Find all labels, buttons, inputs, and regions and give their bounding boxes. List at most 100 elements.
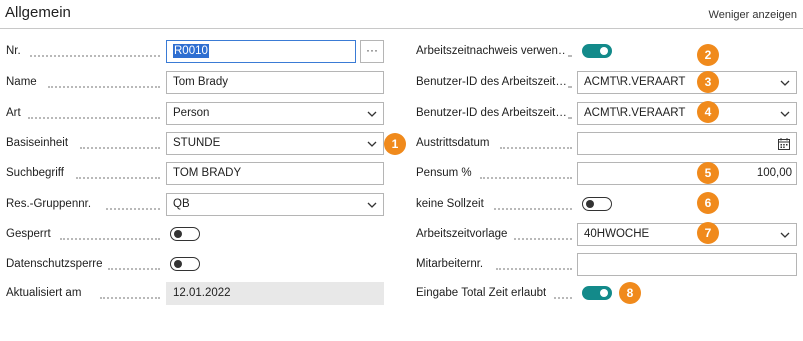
field-label: Nr.: [6, 45, 21, 57]
field-row-pensum: Pensum % 100,00: [410, 162, 803, 185]
leader-dots: [80, 147, 160, 149]
field-row-gesperrt: Gesperrt: [0, 223, 400, 246]
benutzer-id-1-select[interactable]: ACMT\R.VERAART: [577, 71, 797, 94]
toggle-knob: [600, 289, 608, 297]
field-label: Benutzer-ID des Arbeitszeit…: [416, 76, 566, 88]
leader-dots: [568, 117, 572, 119]
field-label: Aktualisiert am: [6, 287, 82, 299]
field-label: Suchbegriff: [6, 167, 64, 179]
nr-input[interactable]: R0010: [166, 40, 356, 63]
field-label: keine Sollzeit: [416, 198, 484, 210]
name-input[interactable]: Tom Brady: [166, 71, 384, 94]
leader-dots: [514, 238, 572, 240]
field-label: Arbeitszeitvorlage: [416, 228, 508, 240]
field-row-suchbegriff: Suchbegriff TOM BRADY: [0, 162, 400, 185]
callout-badge-6: 6: [697, 192, 719, 214]
eingabe-total-zeit-toggle[interactable]: [582, 286, 612, 300]
field-label: Res.-Gruppennr.: [6, 198, 92, 210]
toggle-knob: [174, 260, 182, 268]
leader-dots: [496, 268, 572, 270]
aktualisiert-am-value: 12.01.2022: [166, 282, 384, 305]
field-row-eingabe-total-zeit: Eingabe Total Zeit erlaubt: [410, 282, 803, 305]
field-label: Benutzer-ID des Arbeitszeit…: [416, 107, 566, 119]
leader-dots: [494, 208, 572, 210]
chevron-down-icon: [367, 141, 377, 147]
chevron-down-icon: [780, 111, 790, 117]
arbeitszeitnachweis-toggle[interactable]: [582, 44, 612, 58]
arbeitszeitvorlage-value: 40HWOCHE: [584, 228, 650, 240]
field-row-res-gruppennr: Res.-Gruppennr. QB: [0, 193, 400, 216]
leader-dots: [48, 86, 160, 88]
leader-dots: [28, 117, 160, 119]
field-label: Name: [6, 76, 37, 88]
keine-sollzeit-toggle[interactable]: [582, 197, 612, 211]
field-row-arbeitszeitvorlage: Arbeitszeitvorlage 40HWOCHE: [410, 223, 803, 246]
field-label: Basiseinheit: [6, 137, 69, 149]
callout-badge-4: 4: [697, 101, 719, 123]
field-label: Mitarbeiternr.: [416, 258, 484, 270]
calendar-icon[interactable]: [778, 138, 790, 150]
field-label: Arbeitszeitnachweis verwen…: [416, 45, 566, 57]
section-header: Allgemein Weniger anzeigen: [0, 0, 803, 29]
toggle-knob: [600, 47, 608, 55]
leader-dots: [480, 177, 572, 179]
chevron-down-icon: [367, 202, 377, 208]
field-row-keine-sollzeit: keine Sollzeit: [410, 193, 803, 216]
art-select-value: Person: [173, 107, 210, 119]
toggle-knob: [174, 230, 182, 238]
field-row-mitarbeiternr: Mitarbeiternr.: [410, 253, 803, 276]
leader-dots: [500, 147, 572, 149]
chevron-down-icon: [780, 232, 790, 238]
field-label: Pensum %: [416, 167, 472, 179]
field-row-basiseinheit: Basiseinheit STUNDE: [0, 132, 410, 155]
section-title: Allgemein: [5, 4, 71, 21]
toggle-knob: [586, 200, 594, 208]
art-select[interactable]: Person: [166, 102, 384, 125]
field-row-datenschutzsperre: Datenschutzsperre: [0, 253, 400, 276]
field-row-name: Name Tom Brady: [0, 71, 400, 94]
basiseinheit-select[interactable]: STUNDE: [166, 132, 384, 155]
field-row-benutzer-id-1: Benutzer-ID des Arbeitszeit… ACMT\R.VERA…: [410, 71, 803, 94]
arbeitszeitvorlage-select[interactable]: 40HWOCHE: [577, 223, 797, 246]
callout-badge-2: 2: [697, 44, 719, 66]
callout-badge-3: 3: [697, 71, 719, 93]
basiseinheit-select-value: STUNDE: [173, 137, 221, 149]
leader-dots: [568, 86, 572, 88]
res-gruppennr-select[interactable]: QB: [166, 193, 384, 216]
leader-dots: [568, 55, 572, 57]
field-label: Datenschutzsperre: [6, 258, 103, 270]
field-label: Gesperrt: [6, 228, 51, 240]
field-row-aktualisiert-am: Aktualisiert am 12.01.2022: [0, 282, 400, 305]
mitarbeiternr-input[interactable]: [577, 253, 797, 276]
chevron-down-icon: [367, 111, 377, 117]
chevron-down-icon: [780, 80, 790, 86]
field-row-art: Art Person: [0, 102, 400, 125]
pensum-input[interactable]: 100,00: [577, 162, 797, 185]
datenschutzsperre-toggle[interactable]: [170, 257, 200, 271]
callout-badge-8: 8: [619, 282, 641, 304]
leader-dots: [76, 177, 160, 179]
field-row-arbeitszeitnachweis: Arbeitszeitnachweis verwen…: [410, 40, 803, 63]
leader-dots: [60, 238, 160, 240]
suchbegriff-input[interactable]: TOM BRADY: [166, 162, 384, 185]
leader-dots: [100, 297, 160, 299]
res-gruppennr-select-value: QB: [173, 198, 190, 210]
leader-dots: [554, 297, 572, 299]
leader-dots: [30, 55, 160, 57]
callout-badge-7: 7: [697, 222, 719, 244]
field-row-nr: Nr. R0010 ···: [0, 40, 400, 63]
callout-badge-1: 1: [384, 133, 406, 155]
show-less-link[interactable]: Weniger anzeigen: [709, 9, 797, 21]
callout-badge-5: 5: [697, 162, 719, 184]
nr-lookup-button[interactable]: ···: [360, 40, 384, 63]
austrittsdatum-input[interactable]: [577, 132, 797, 155]
gesperrt-toggle[interactable]: [170, 227, 200, 241]
field-label: Eingabe Total Zeit erlaubt: [416, 287, 547, 299]
field-label: Austrittsdatum: [416, 137, 490, 149]
leader-dots: [108, 268, 160, 270]
field-label: Art: [6, 107, 21, 119]
benutzer-id-1-value: ACMT\R.VERAART: [584, 76, 686, 88]
benutzer-id-2-select[interactable]: ACMT\R.VERAART: [577, 102, 797, 125]
nr-selected-text: R0010: [173, 44, 209, 58]
leader-dots: [106, 208, 160, 210]
